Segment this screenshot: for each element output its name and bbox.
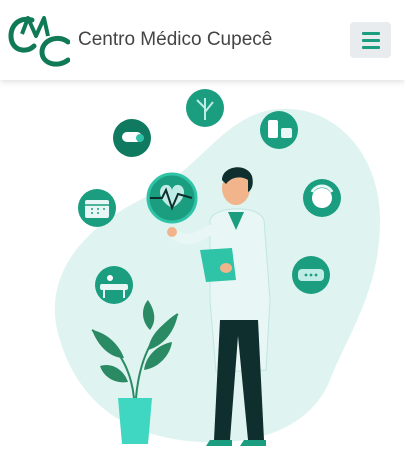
cmc-logo-icon: [8, 16, 70, 67]
doctor-with-clipboard-illustration: [54, 89, 380, 446]
medicine-bottle-icon: [113, 119, 151, 157]
top-navbar: Centro Médico Cupecê: [0, 0, 405, 80]
hero-section: [0, 80, 405, 470]
hamburger-menu-icon: [361, 31, 380, 35]
calendar-icon: [78, 189, 116, 227]
bandage-icon: [292, 256, 330, 294]
skincare-products-icon: [260, 111, 298, 149]
brand-name: Centro Médico Cupecê: [78, 29, 273, 50]
plant-leaf-icon: [186, 89, 224, 127]
face-mask-icon: [303, 179, 341, 217]
brand-link[interactable]: Centro Médico Cupecê: [6, 12, 272, 68]
massage-table-icon: [95, 266, 133, 304]
heart-rate-icon: [146, 172, 198, 224]
menu-toggle-button[interactable]: [350, 22, 391, 58]
